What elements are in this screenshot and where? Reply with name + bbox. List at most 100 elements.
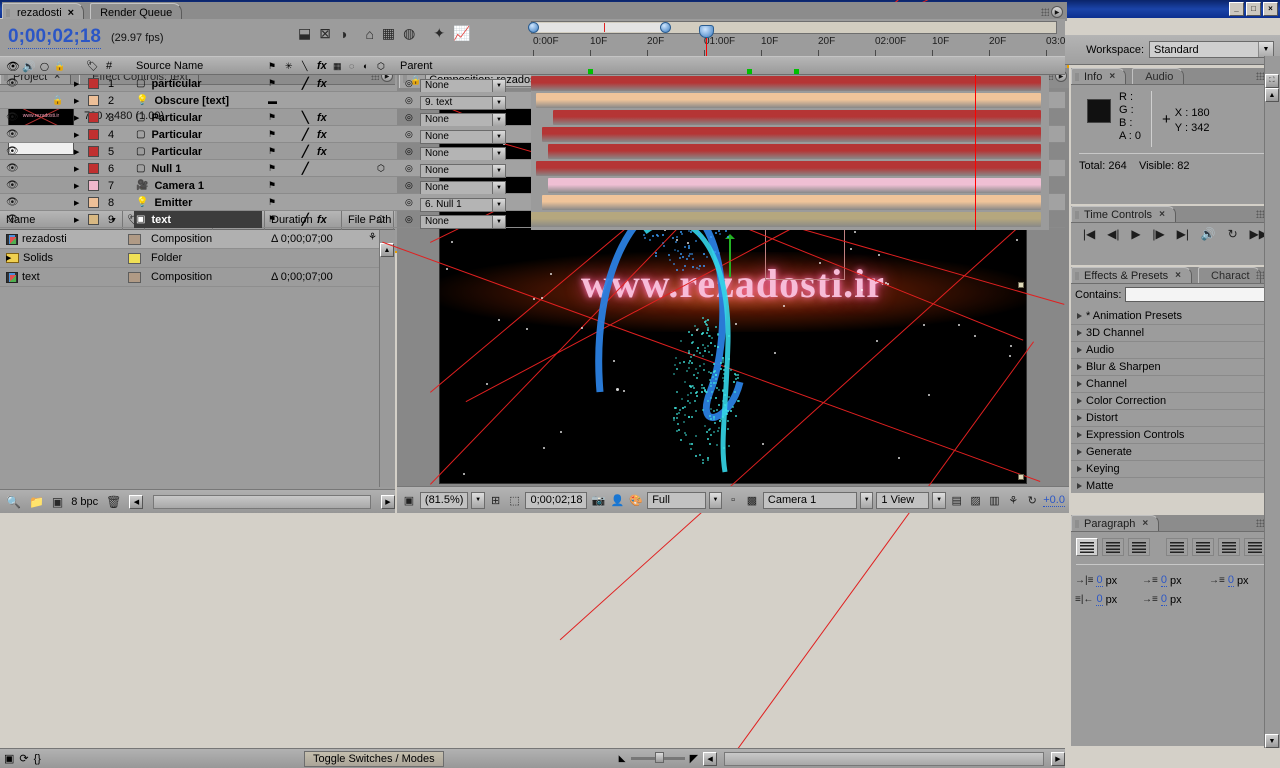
- audio-button[interactable]: 🔊: [1201, 227, 1216, 241]
- views-chevron-icon[interactable]: ▼: [932, 492, 945, 509]
- shy-switch[interactable]: ⚑: [268, 177, 276, 194]
- quality-switch[interactable]: ╱: [302, 143, 309, 160]
- timeline-layer-bar[interactable]: [536, 93, 1041, 108]
- chevron-right-icon[interactable]: ▶: [6, 254, 11, 262]
- layer-name-cell[interactable]: ▢ Particular: [134, 143, 262, 160]
- project-vertical-scrollbar[interactable]: ▲: [379, 230, 395, 487]
- parent-pickwhip-icon[interactable]: ◎: [405, 160, 413, 177]
- parent-pickwhip-icon[interactable]: ◎: [405, 126, 413, 143]
- layer-parent-select[interactable]: None ▼: [420, 130, 506, 144]
- layer-expand-chevron-icon[interactable]: ▶: [74, 92, 79, 109]
- scroll-up-button[interactable]: ▲: [1265, 88, 1279, 102]
- collapse-switch[interactable]: ▬: [268, 92, 277, 109]
- space-after-paragraph-value[interactable]: 0: [1161, 593, 1167, 606]
- auto-keyframe-icon[interactable]: ✦: [433, 25, 445, 42]
- layer-parent-select[interactable]: 6. Null 1 ▼: [420, 198, 506, 212]
- time-navigator-range[interactable]: [533, 23, 669, 32]
- mask-outline-icon[interactable]: ⬚: [507, 491, 523, 509]
- project-row[interactable]: rezadosti Composition Δ 0;00;07;00: [0, 230, 379, 249]
- chevron-right-icon[interactable]: [1077, 347, 1082, 353]
- graph-editor-icon[interactable]: 📈: [453, 25, 470, 42]
- cti-handle[interactable]: [699, 25, 714, 38]
- label-swatch[interactable]: [128, 253, 141, 264]
- timeline-layer-bar[interactable]: [542, 195, 1041, 210]
- tab-effects-presets[interactable]: Effects & Presets ×: [1071, 267, 1192, 283]
- brainstorm-icon[interactable]: ◍: [403, 25, 415, 42]
- layer-parent-select[interactable]: None ▼: [420, 215, 506, 229]
- label-swatch[interactable]: [128, 272, 141, 283]
- zoom-slider[interactable]: [631, 757, 685, 760]
- timeline-layer-bar[interactable]: [548, 178, 1041, 193]
- exposure-value[interactable]: +0.0: [1043, 494, 1065, 507]
- layer-video-toggle[interactable]: 👁: [6, 126, 19, 143]
- layer-name-cell[interactable]: ▣ text: [134, 211, 262, 228]
- align-center-button[interactable]: [1102, 538, 1124, 556]
- chevron-right-icon[interactable]: [1077, 449, 1082, 455]
- effects-category-item[interactable]: Generate: [1071, 444, 1280, 461]
- tab-audio[interactable]: Audio: [1132, 68, 1184, 84]
- effects-category-item[interactable]: Audio: [1071, 342, 1280, 359]
- shy-switch[interactable]: ⚑: [268, 211, 276, 228]
- hscroll-right-button[interactable]: ▶: [1051, 752, 1065, 766]
- effects-switch[interactable]: fx: [317, 211, 327, 228]
- layer-expand-chevron-icon[interactable]: ▶: [74, 194, 79, 211]
- project-horizontal-scrollbar[interactable]: [153, 495, 371, 509]
- layer-label-swatch[interactable]: [88, 214, 99, 225]
- layer-expand-chevron-icon[interactable]: ▶: [74, 211, 79, 228]
- close-icon[interactable]: ×: [1142, 518, 1148, 529]
- region-of-interest-icon[interactable]: ⊞: [488, 491, 504, 509]
- timeline-current-time[interactable]: 0;00;02;18: [8, 26, 101, 49]
- workspace-select[interactable]: Standard ▼: [1149, 41, 1274, 58]
- shy-switch[interactable]: ⚑: [268, 194, 276, 211]
- toggle-switches-modes-button[interactable]: Toggle Switches / Modes: [304, 751, 444, 767]
- current-time-indicator[interactable]: [706, 36, 707, 56]
- views-value[interactable]: 1 View: [876, 492, 929, 509]
- comp-marker[interactable]: [747, 69, 752, 74]
- comp-flowchart-icon[interactable]: ⚘: [1005, 491, 1021, 509]
- chevron-right-icon[interactable]: [1077, 432, 1082, 438]
- layer-parent-select[interactable]: None ▼: [420, 164, 506, 178]
- comp-flowchart-icon[interactable]: ⚘: [368, 232, 377, 243]
- project-row[interactable]: ▶ Solids Folder: [0, 249, 379, 268]
- camera-chevron-icon[interactable]: ▼: [860, 492, 873, 509]
- layer-parent-select[interactable]: None ▼: [420, 181, 506, 195]
- timeline-layer-bar[interactable]: [531, 212, 1041, 227]
- camera-value[interactable]: Camera 1: [763, 492, 857, 509]
- close-button[interactable]: ×: [1263, 2, 1278, 16]
- resolution-chevron-icon[interactable]: ▼: [709, 492, 722, 509]
- layer-label-swatch[interactable]: [88, 95, 99, 106]
- layer-name-cell[interactable]: 💡 Emitter: [134, 194, 262, 211]
- layer-label-swatch[interactable]: [88, 163, 99, 174]
- previous-frame-button[interactable]: ◀|: [1107, 227, 1119, 241]
- take-snapshot-icon[interactable]: 📷: [590, 491, 606, 509]
- shy-switch[interactable]: ⚑: [268, 160, 276, 177]
- space-after-paragraph[interactable]: →≡ 0 px: [1142, 590, 1209, 609]
- parent-pickwhip-icon[interactable]: ◎: [405, 211, 413, 228]
- quality-switch[interactable]: ╱: [302, 75, 309, 92]
- indent-right-margin-value[interactable]: 0: [1228, 574, 1234, 587]
- layer-expand-chevron-icon[interactable]: ▶: [74, 126, 79, 143]
- layer-parent-select[interactable]: 9. text ▼: [420, 96, 506, 110]
- loop-button[interactable]: ↻: [1228, 227, 1238, 241]
- tab-info[interactable]: Info ×: [1071, 68, 1126, 84]
- quality-switch[interactable]: ╱: [302, 211, 309, 228]
- quality-switch[interactable]: ╱: [302, 160, 309, 177]
- effects-category-item[interactable]: Matte: [1071, 478, 1280, 493]
- layer-name-cell[interactable]: 💡 Obscure [text]: [134, 92, 262, 109]
- layer-parent-select[interactable]: None ▼: [420, 147, 506, 161]
- layer-video-toggle[interactable]: 👁: [6, 211, 19, 228]
- layer-name-cell[interactable]: ▢ Particular: [134, 126, 262, 143]
- effects-category-item[interactable]: * Animation Presets: [1071, 308, 1280, 325]
- timeline-ruler[interactable]: 0:00F 10F 20F 01:00F 10F 20F 02:00F 10F 20F 03:0: [531, 19, 1065, 56]
- effects-search-input[interactable]: [1125, 287, 1280, 302]
- justify-all-button[interactable]: [1244, 538, 1266, 556]
- close-icon[interactable]: ×: [1175, 270, 1181, 281]
- shy-switch[interactable]: ⚑: [268, 75, 276, 92]
- show-channels-icon[interactable]: 🎨: [628, 491, 644, 509]
- layer-name-cell[interactable]: 🎥 Camera 1: [134, 177, 262, 194]
- parent-pickwhip-icon[interactable]: ◎: [405, 75, 413, 92]
- close-icon[interactable]: ×: [1159, 209, 1165, 220]
- maximize-button[interactable]: □: [1246, 2, 1261, 16]
- hscroll-right-button[interactable]: ▶: [381, 495, 395, 509]
- effects-category-item[interactable]: Keying: [1071, 461, 1280, 478]
